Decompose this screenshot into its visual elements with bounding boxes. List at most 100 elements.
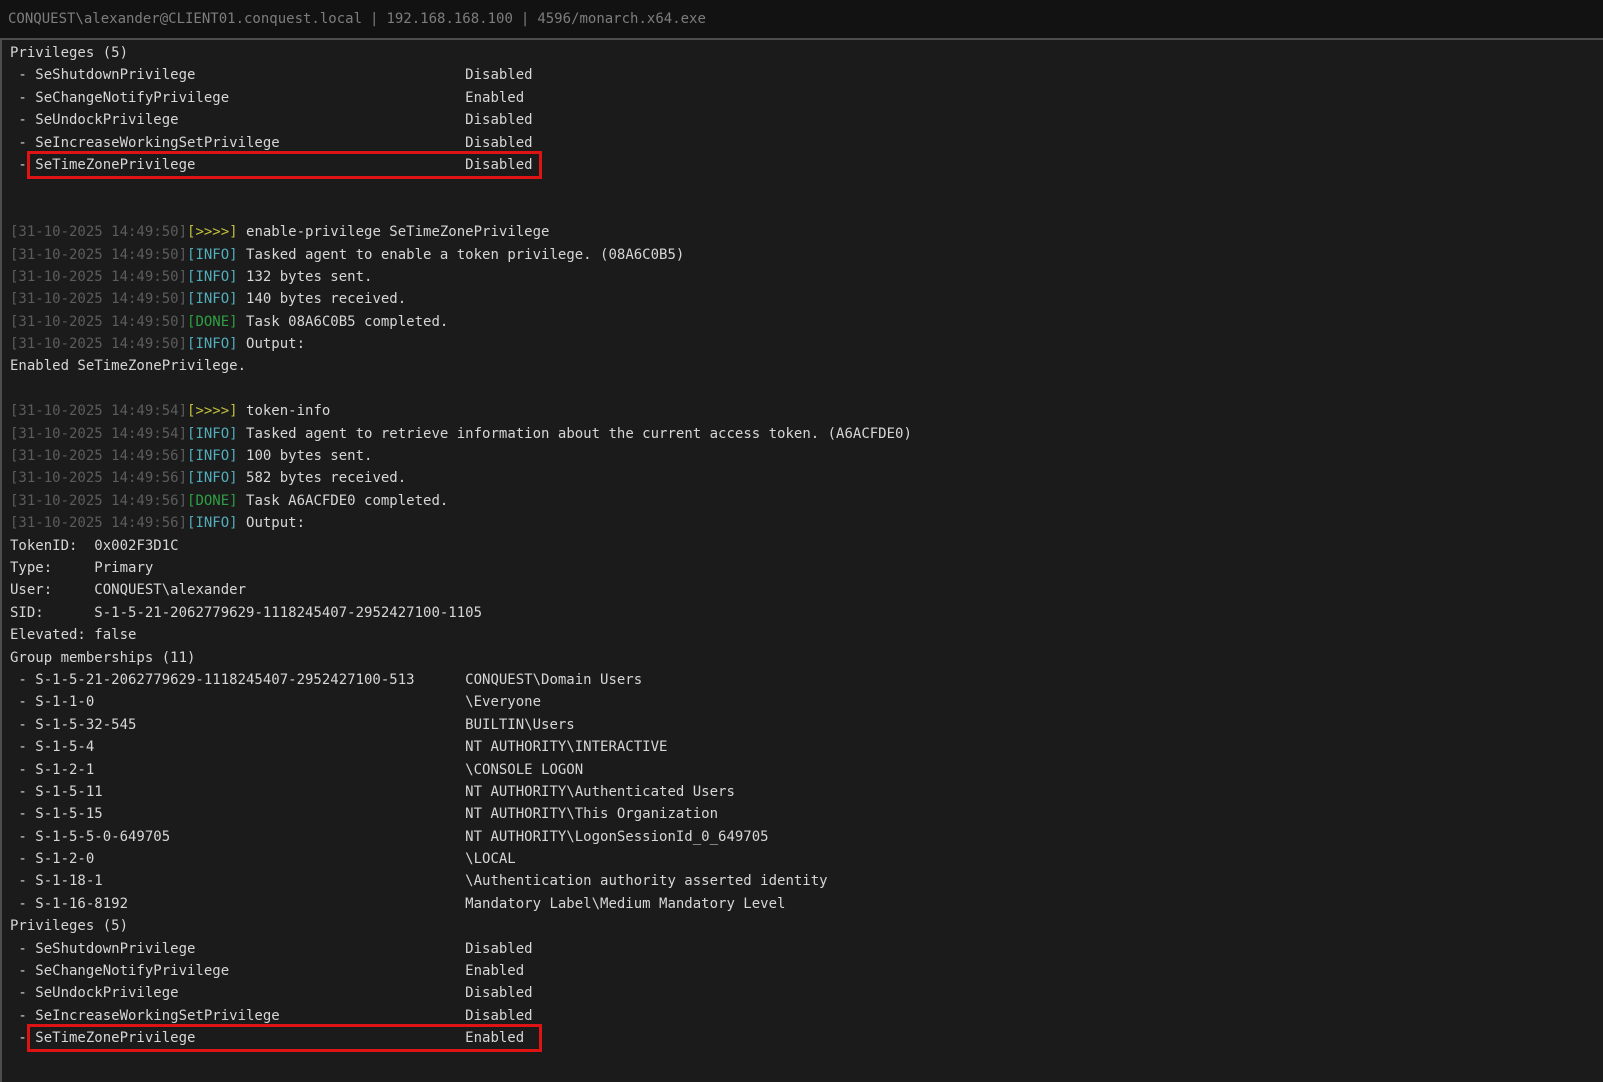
row-name: - S-1-16-8192 — [10, 896, 465, 912]
terminal-line: - SeUndockPrivilege Disabled — [10, 982, 1603, 1004]
log-tag-done: [DONE] — [187, 493, 238, 509]
log-timestamp: [31-10-2025 14:49:56] — [10, 515, 187, 531]
terminal-line: - SeIncreaseWorkingSetPrivilege Disabled — [10, 132, 1603, 154]
section-title: Privileges (5) — [10, 45, 128, 61]
row-name: - S-1-2-1 — [10, 762, 465, 778]
log-timestamp: [31-10-2025 14:49:54] — [10, 426, 187, 442]
field-value: S-1-5-21-2062779629-1118245407-295242710… — [94, 605, 482, 621]
terminal-line: [31-10-2025 14:49:50][INFO] 140 bytes re… — [10, 288, 1603, 310]
terminal-line: [31-10-2025 14:49:56][INFO] 100 bytes se… — [10, 445, 1603, 467]
terminal-line: Elevated: false — [10, 624, 1603, 646]
section-title: Group memberships (11) — [10, 650, 195, 666]
row-value: Disabled — [465, 135, 532, 151]
session-user-host: CONQUEST\alexander@CLIENT01.conquest.loc… — [8, 11, 362, 27]
field-key: TokenID: — [10, 538, 94, 554]
row-name: - SeShutdownPrivilege — [10, 941, 465, 957]
row-value: \Everyone — [465, 694, 541, 710]
row-value: Disabled — [465, 67, 532, 83]
terminal-line: - S-1-18-1 \Authentication authority ass… — [10, 870, 1603, 892]
field-key: Type: — [10, 560, 94, 576]
row-value: \LOCAL — [465, 851, 516, 867]
terminal-line: Type: Primary — [10, 557, 1603, 579]
terminal-line: - SeTimeZonePrivilege Disabled — [10, 154, 1603, 176]
terminal-line: - SeIncreaseWorkingSetPrivilege Disabled — [10, 1005, 1603, 1027]
terminal-line: Privileges (5) — [10, 915, 1603, 937]
terminal-line: Privileges (5) — [10, 42, 1603, 64]
terminal-line: [31-10-2025 14:49:54][INFO] Tasked agent… — [10, 423, 1603, 445]
row-value: NT AUTHORITY\Authenticated Users — [465, 784, 735, 800]
terminal-line: - SeChangeNotifyPrivilege Enabled — [10, 87, 1603, 109]
log-message: Tasked agent to enable a token privilege… — [238, 247, 685, 263]
log-tag-info: [INFO] — [187, 426, 238, 442]
session-ip: 192.168.168.100 — [386, 11, 512, 27]
log-message: 140 bytes received. — [238, 291, 407, 307]
row-value: \CONSOLE LOGON — [465, 762, 583, 778]
row-name: - S-1-1-0 — [10, 694, 465, 710]
terminal-line: - SeTimeZonePrivilege Enabled — [10, 1027, 1603, 1049]
row-value: Disabled — [465, 1008, 532, 1024]
terminal-line: - S-1-5-21-2062779629-1118245407-2952427… — [10, 669, 1603, 691]
field-key: User: — [10, 582, 94, 598]
terminal-line: - S-1-5-11 NT AUTHORITY\Authenticated Us… — [10, 781, 1603, 803]
row-name: - S-1-5-11 — [10, 784, 465, 800]
terminal-line — [10, 378, 1603, 400]
row-value: Disabled — [465, 157, 532, 173]
log-timestamp: [31-10-2025 14:49:56] — [10, 470, 187, 486]
row-name: - S-1-18-1 — [10, 873, 465, 889]
log-message: enable-privilege SeTimeZonePrivilege — [238, 224, 550, 240]
log-message: 582 bytes received. — [238, 470, 407, 486]
terminal-line: Enabled SeTimeZonePrivilege. — [10, 355, 1603, 377]
terminal-line: User: CONQUEST\alexander — [10, 579, 1603, 601]
row-value: Enabled — [465, 90, 524, 106]
log-tag-info: [INFO] — [187, 470, 238, 486]
terminal-line: [31-10-2025 14:49:56][DONE] Task A6ACFDE… — [10, 490, 1603, 512]
field-key: SID: — [10, 605, 94, 621]
row-value: CONQUEST\Domain Users — [465, 672, 642, 688]
row-name: - SeUndockPrivilege — [10, 112, 465, 128]
terminal-line: TokenID: 0x002F3D1C — [10, 535, 1603, 557]
row-name: - S-1-2-0 — [10, 851, 465, 867]
row-name: - S-1-5-15 — [10, 806, 465, 822]
log-tag-done: [DONE] — [187, 314, 238, 330]
terminal-line — [10, 176, 1603, 198]
log-timestamp: [31-10-2025 14:49:50] — [10, 247, 187, 263]
log-tag-info: [INFO] — [187, 336, 238, 352]
field-key: Elevated: — [10, 627, 94, 643]
row-value: \Authentication authority asserted ident… — [465, 873, 827, 889]
row-name: - S-1-5-32-545 — [10, 717, 465, 733]
log-timestamp: [31-10-2025 14:49:50] — [10, 314, 187, 330]
log-tag-info: [INFO] — [187, 291, 238, 307]
row-name: - SeTimeZonePrivilege — [10, 157, 465, 173]
row-name: - SeChangeNotifyPrivilege — [10, 90, 465, 106]
field-value: false — [94, 627, 136, 643]
log-tag-info: [INFO] — [187, 515, 238, 531]
row-value: NT AUTHORITY\LogonSessionId_0_649705 — [465, 829, 768, 845]
separator-pipe: | — [521, 11, 529, 27]
row-value: Disabled — [465, 941, 532, 957]
row-name: - S-1-5-5-0-649705 — [10, 829, 465, 845]
terminal-line: - S-1-2-1 \CONSOLE LOGON — [10, 759, 1603, 781]
terminal-line: [31-10-2025 14:49:54][>>>>] token-info — [10, 400, 1603, 422]
row-name: - SeUndockPrivilege — [10, 985, 465, 1001]
terminal-line: - SeChangeNotifyPrivilege Enabled — [10, 960, 1603, 982]
log-timestamp: [31-10-2025 14:49:50] — [10, 224, 187, 240]
terminal-line: [31-10-2025 14:49:50][INFO] 132 bytes se… — [10, 266, 1603, 288]
row-name: - SeIncreaseWorkingSetPrivilege — [10, 1008, 465, 1024]
log-timestamp: [31-10-2025 14:49:54] — [10, 403, 187, 419]
log-message: 100 bytes sent. — [238, 448, 373, 464]
terminal-line: [31-10-2025 14:49:50][INFO] Tasked agent… — [10, 244, 1603, 266]
row-value: Enabled — [465, 1030, 524, 1046]
row-name: - S-1-5-4 — [10, 739, 465, 755]
terminal-line: - SeShutdownPrivilege Disabled — [10, 938, 1603, 960]
section-title: Privileges (5) — [10, 918, 128, 934]
log-tag-info: [INFO] — [187, 448, 238, 464]
log-message: 132 bytes sent. — [238, 269, 373, 285]
log-tag-cmd: [>>>>] — [187, 403, 238, 419]
log-tag-info: [INFO] — [187, 247, 238, 263]
terminal-output[interactable]: Privileges (5) - SeShutdownPrivilege Dis… — [0, 38, 1603, 1082]
terminal-line: - S-1-1-0 \Everyone — [10, 691, 1603, 713]
terminal-line: SID: S-1-5-21-2062779629-1118245407-2952… — [10, 602, 1603, 624]
terminal-line: - SeUndockPrivilege Disabled — [10, 109, 1603, 131]
session-header: CONQUEST\alexander@CLIENT01.conquest.loc… — [0, 0, 1603, 38]
terminal-line: - S-1-5-5-0-649705 NT AUTHORITY\LogonSes… — [10, 826, 1603, 848]
